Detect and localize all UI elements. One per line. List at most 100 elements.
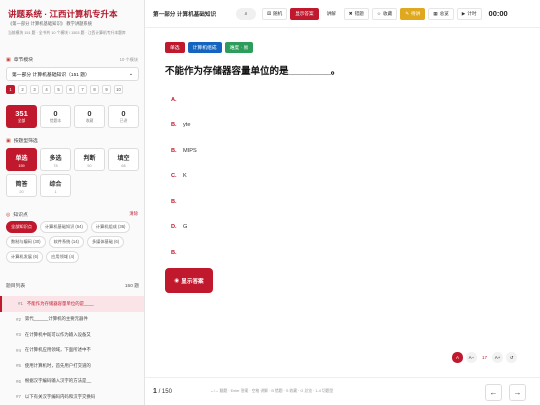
chapter-page-5[interactable]: 5	[54, 85, 63, 94]
option-item[interactable]: A.	[165, 87, 525, 113]
type-short[interactable]: 简答 20	[6, 174, 37, 197]
book-icon: ▣	[6, 56, 11, 63]
option-item[interactable]: B. yte	[165, 113, 525, 139]
knowledge-tag[interactable]: 软件系统 (14)	[48, 236, 84, 248]
stat-label: 收藏	[85, 119, 94, 123]
type-fill[interactable]: 填空 68	[108, 148, 139, 171]
pencil-icon: ✎	[405, 10, 410, 16]
list-item[interactable]: #3 在计算机中既可以作为输入设备又	[0, 327, 144, 343]
list-item[interactable]: #5 使用计算机时，首先用户打交道的	[0, 358, 144, 374]
prev-button[interactable]: ←	[485, 384, 502, 401]
font-increase-button[interactable]: A+	[492, 352, 504, 363]
option-item[interactable]: B.	[165, 189, 525, 215]
stat-all[interactable]: 351 全部	[6, 105, 37, 128]
stat-done[interactable]: 0 已讲	[108, 105, 139, 128]
close-icon: ✖	[348, 10, 353, 16]
chapter-page-2[interactable]: 2	[18, 85, 27, 94]
option-text: MIPS	[183, 147, 197, 154]
type-count: 68	[121, 164, 126, 168]
list-item[interactable]: #6 根据汉字编码输入汉字的方法是__	[0, 374, 144, 390]
font-size-value: 17	[482, 355, 488, 360]
type-judge[interactable]: 判断 50	[74, 148, 105, 171]
list-item[interactable]: #7 以下有关汉字编码内码和汉字交换码	[0, 389, 144, 405]
knowledge-tag[interactable]: 多媒体基础 (6)	[86, 236, 125, 248]
app-subtitle: 《第一部分 计算机基础知识》 教学讲题系统	[8, 21, 93, 26]
chapter-count: 10 个模块	[119, 57, 138, 62]
main-panel: 第一部分 计算机基础知识 ⌕ ⚄ 随机 显示答案 讲解 ✖ 错题 ☆ 收藏 ✎ 待讲 ▦…	[145, 0, 540, 405]
shortcut-hint: ←/→ 翻题 · Enter 答案 · 空格 讲解 · B 错题 · S 收藏 …	[209, 389, 334, 393]
stat-wrong[interactable]: 0 错题本	[40, 105, 71, 128]
list-item-no: #7	[16, 394, 21, 400]
knowledge-section: ◎ 知识点	[6, 211, 28, 219]
overview-button[interactable]: ▦ 总览	[428, 7, 454, 20]
show-answer-button[interactable]: ◉ 显示答案	[165, 268, 213, 293]
option-key: B.	[171, 249, 177, 256]
chapter-pages: 1 2 3 4 5 6 7 8 9 10	[6, 85, 123, 94]
knowledge-label: 知识点	[13, 213, 28, 218]
random-button[interactable]: ⚄ 随机	[262, 7, 288, 20]
list-item[interactable]: #2 第代______计算机的主要元器件	[0, 312, 144, 328]
overview-label: 总览	[439, 10, 449, 16]
knowledge-tag[interactable]: 全部知识点	[6, 221, 37, 233]
stat-label: 错题本	[49, 119, 62, 123]
chapter-page-4[interactable]: 4	[42, 85, 51, 94]
list-item-text: 在计算机应用领域，下面所述中不	[24, 347, 91, 353]
pending-button[interactable]: ✎ 待讲	[400, 7, 426, 20]
type-multiple[interactable]: 多选 78	[40, 148, 71, 171]
type-comprehensive[interactable]: 综合 1	[40, 174, 71, 197]
timer-button[interactable]: ▶ 计时	[456, 7, 482, 20]
list-item[interactable]: #4 在计算机应用领域，下面所述中不	[0, 343, 144, 359]
font-style-button[interactable]: A	[452, 352, 463, 363]
knowledge-tag[interactable]: 数制与编码 (30)	[6, 236, 46, 248]
next-button[interactable]: →	[509, 384, 526, 401]
knowledge-tag[interactable]: 计算机基础知识 (54)	[39, 221, 88, 233]
chapter-select-value: 第一部分 计算机基础知识（151 题）	[12, 72, 90, 78]
type-name: 多选	[49, 156, 62, 162]
chapter-page-1[interactable]: 1	[6, 85, 15, 94]
chapter-page-9[interactable]: 9	[102, 85, 111, 94]
stats-row: 351 全部 0 错题本 0 收藏 0 已讲	[6, 105, 139, 128]
option-key: B.	[171, 147, 177, 154]
explain-button[interactable]: 讲解	[321, 7, 341, 20]
list-item-text: 第代______计算机的主要元器件	[24, 316, 88, 322]
option-item[interactable]: B.	[165, 240, 525, 266]
chapter-page-6[interactable]: 6	[66, 85, 75, 94]
show-answer-toolbar-button[interactable]: 显示答案	[290, 7, 319, 20]
stat-value: 351	[15, 109, 28, 118]
font-reset-button[interactable]: ↺	[506, 352, 518, 363]
option-text: G	[183, 224, 188, 231]
list-item-no: #3	[16, 332, 21, 338]
type-name: 简答	[15, 182, 28, 188]
show-answer-button-label: 显示答案	[181, 278, 204, 285]
chapter-select[interactable]: 第一部分 计算机基础知识（151 题） ⌄	[6, 67, 139, 81]
list-item[interactable]: #1 不能作为存储器容量单位的是____	[0, 296, 144, 312]
option-item[interactable]: B. MIPS	[165, 138, 525, 164]
type-count: 50	[87, 164, 92, 168]
option-key: B.	[171, 122, 177, 129]
search-button[interactable]: ⌕	[236, 7, 256, 20]
option-item[interactable]: C. K	[165, 164, 525, 190]
font-decrease-button[interactable]: A−	[466, 352, 477, 363]
page-indicator: 1 / 150	[153, 388, 172, 395]
type-single[interactable]: 单选 159	[6, 148, 37, 171]
wrong-button[interactable]: ✖ 错题	[343, 7, 369, 20]
chapter-page-10[interactable]: 10	[114, 85, 123, 94]
knowledge-tag[interactable]: 计算机发展 (6)	[6, 251, 44, 263]
grid-icon: ▦	[433, 10, 438, 16]
type-grid: 单选 159 多选 78 判断 50 填空 68 简答 20 综合 1	[6, 148, 139, 197]
pending-label: 待讲	[411, 10, 421, 16]
option-item[interactable]: D. G	[165, 215, 525, 241]
chapter-page-3[interactable]: 3	[30, 85, 39, 94]
type-count: 159	[18, 164, 25, 168]
knowledge-tag[interactable]: 应用领域 (4)	[46, 251, 80, 263]
chapter-page-8[interactable]: 8	[90, 85, 99, 94]
clear-knowledge-link[interactable]: 清除	[129, 211, 138, 217]
chapter-page-7[interactable]: 7	[78, 85, 87, 94]
stat-favorite[interactable]: 0 收藏	[74, 105, 105, 128]
app: 讲题系统 · 江西计算机专升本 《第一部分 计算机基础知识》 教学讲题系统 当前…	[0, 0, 540, 405]
favorite-button[interactable]: ☆ 收藏	[371, 7, 398, 20]
stat-value: 0	[53, 109, 58, 118]
target-icon: ◎	[6, 211, 11, 218]
knowledge-tag[interactable]: 计算机组成 (36)	[90, 221, 131, 233]
topic-badge: 计算机组成	[187, 42, 222, 53]
